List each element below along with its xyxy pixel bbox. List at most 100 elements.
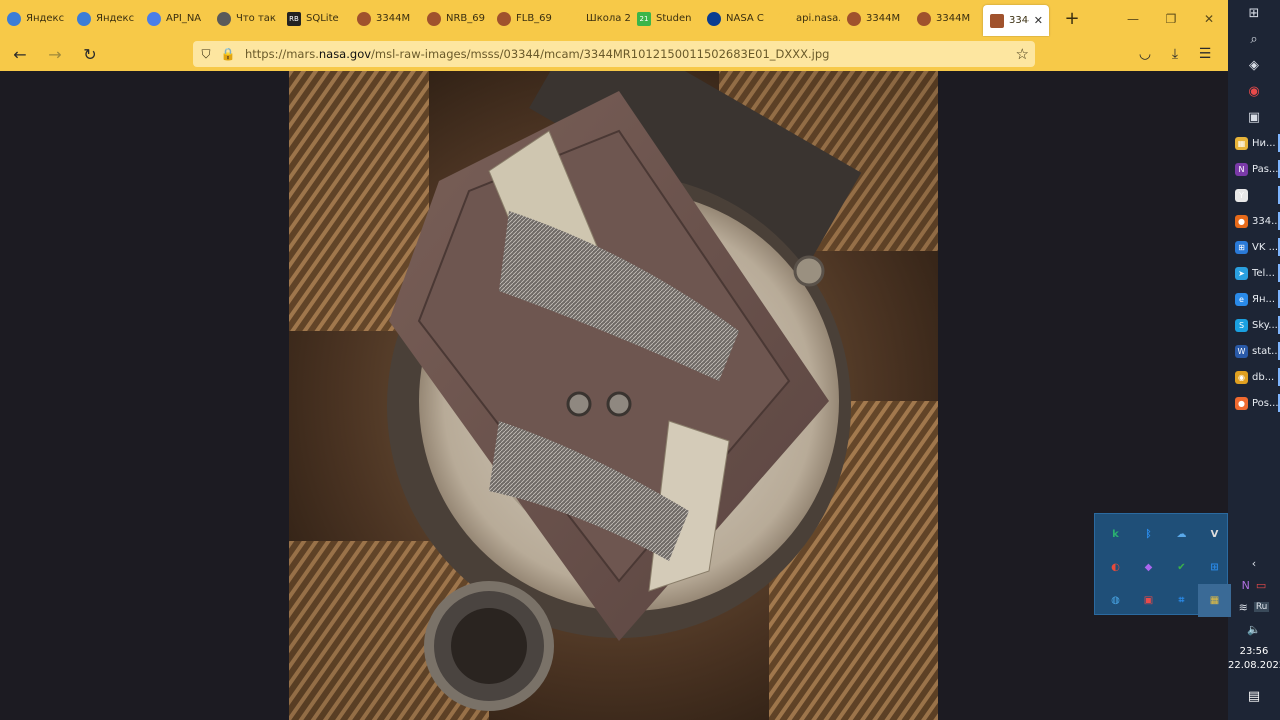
tab-1[interactable]: Яндекс <box>70 0 140 37</box>
tab-11[interactable]: api.nasa.go <box>770 0 840 37</box>
taskbar-app-0[interactable]: ▦ Ни... <box>1228 130 1280 156</box>
language-indicator[interactable]: Ru <box>1253 602 1270 612</box>
menu-icon[interactable]: ☰ <box>1190 39 1220 69</box>
tab-favicon <box>847 11 861 26</box>
close-window-button[interactable]: ✕ <box>1190 0 1228 37</box>
tab-label: 3344M <box>936 13 971 24</box>
url-text[interactable]: https://mars.nasa.gov/msl-raw-images/mss… <box>245 47 829 61</box>
start-windows-icon[interactable]: ⊞ <box>1228 0 1280 26</box>
search-icon[interactable]: ⌕ <box>1228 26 1280 52</box>
tray-glyph-icon: ⌗ <box>1178 595 1185 606</box>
tab-label: FLB_69 <box>516 13 552 24</box>
tray-icon-5[interactable]: ◆ <box>1132 551 1165 584</box>
tab-3[interactable]: Что так <box>210 0 280 37</box>
tray-icon-8[interactable]: ◍ <box>1099 584 1132 617</box>
app-label: Sky... <box>1252 319 1278 331</box>
tray-icon-11[interactable]: ▦ <box>1198 584 1231 617</box>
taskbar-app-1[interactable]: N Pas... <box>1228 156 1280 182</box>
app-icon: ● <box>1235 214 1248 228</box>
tray-glyph-icon: ☁ <box>1176 529 1187 540</box>
tab-12[interactable]: 3344M <box>840 0 910 37</box>
mars-rover-image[interactable] <box>289 71 938 720</box>
page-viewport <box>0 71 1228 720</box>
chevron-left-icon[interactable]: ‹ <box>1252 557 1256 570</box>
network-error-icon[interactable]: ▭ <box>1256 579 1266 592</box>
tab-label: 3344 <box>1009 15 1029 26</box>
tab-0[interactable]: Яндекс <box>0 0 70 37</box>
tray-glyph-icon: ᛒ <box>1145 529 1152 540</box>
pocket-icon[interactable]: ◡ <box>1130 39 1160 69</box>
tray-icon-10[interactable]: ⌗ <box>1165 584 1198 617</box>
tab-7[interactable]: FLB_69 <box>490 0 560 37</box>
taskbar-app-10[interactable]: ● Pos... <box>1228 390 1280 416</box>
clock-date: 22.08.2022 <box>1228 660 1280 671</box>
tray-icon-0[interactable]: k <box>1099 518 1132 551</box>
rover-tool-photo <box>289 71 938 720</box>
app-icon: ● <box>1235 396 1248 410</box>
camera-icon[interactable]: ▣ <box>1228 104 1280 130</box>
tray-glyph-icon: ◆ <box>1144 562 1153 573</box>
tab-9[interactable]: 21 Studen <box>630 0 700 37</box>
app-label: Ян... <box>1252 293 1276 305</box>
volume-icon[interactable]: 🔈 <box>1247 623 1261 636</box>
tray-glyph-icon: k <box>1112 529 1119 540</box>
system-clock[interactable]: 23:56 22.08.2022 <box>1228 645 1280 673</box>
minimize-button[interactable]: — <box>1114 0 1152 37</box>
browser-window: Яндекс Яндекс API_NA Что так RB SQLite 3344M NR… <box>0 0 1228 720</box>
tab-13[interactable]: 3344M <box>910 0 980 37</box>
tray-icon-9[interactable]: ▣ <box>1132 584 1165 617</box>
taskbar-app-5[interactable]: ➤ Tel... <box>1228 260 1280 286</box>
tray-icon-6[interactable]: ✔ <box>1165 551 1198 584</box>
tab-4[interactable]: RB SQLite <box>280 0 350 37</box>
tray-icon-1[interactable]: ᛒ <box>1132 518 1165 551</box>
back-button[interactable]: ← <box>5 39 35 69</box>
app-icon: ➤ <box>1235 266 1248 280</box>
lock-icon[interactable]: 🔒 <box>217 47 239 61</box>
app-icon: Y <box>1235 188 1248 202</box>
tray-icon-7[interactable]: ⊞ <box>1198 551 1231 584</box>
onenote-tray-icon[interactable]: N <box>1242 579 1250 592</box>
tab-5[interactable]: 3344M <box>350 0 420 37</box>
tab-label: 3344M <box>866 13 901 24</box>
app-icon: ⊞ <box>1235 240 1248 254</box>
tab-6[interactable]: NRB_69 <box>420 0 490 37</box>
app-label: Tel... <box>1252 267 1275 279</box>
tab-favicon <box>427 11 441 26</box>
taskbar-app-7[interactable]: S Sky... <box>1228 312 1280 338</box>
app-icon: ◉ <box>1235 370 1248 384</box>
tray-icon-3[interactable]: V <box>1198 518 1231 551</box>
app-label: 334... <box>1252 215 1280 227</box>
wifi-icon[interactable]: ≋ <box>1239 601 1248 614</box>
downloads-icon[interactable]: ⤓ <box>1160 39 1190 69</box>
tab-label: NRB_69 <box>446 13 486 24</box>
taskbar-app-8[interactable]: Wstat... <box>1228 338 1280 364</box>
taskbar-app-2[interactable]: Y <box>1228 182 1280 208</box>
taskbar-app-3[interactable]: ● 334... <box>1228 208 1280 234</box>
record-icon[interactable]: ◉ <box>1228 78 1280 104</box>
tray-icon-4[interactable]: ◐ <box>1099 551 1132 584</box>
tab-8[interactable]: Школа 21 <box>560 0 630 37</box>
new-tab-button[interactable]: + <box>1057 8 1087 29</box>
tray-icon-2[interactable]: ☁ <box>1165 518 1198 551</box>
taskbar-app-4[interactable]: ⊞ VK ... <box>1228 234 1280 260</box>
tab-favicon <box>777 11 791 26</box>
tab-active[interactable]: 3344 ✕ <box>983 5 1049 36</box>
close-tab-icon[interactable]: ✕ <box>1034 14 1043 27</box>
address-bar[interactable]: ⛉ 🔒 https://mars.nasa.gov/msl-raw-images… <box>193 41 1035 67</box>
tab-favicon <box>217 11 231 26</box>
tab-label: 3344M <box>376 13 411 24</box>
notification-center-icon[interactable]: ▤ <box>1228 684 1280 708</box>
navigation-toolbar: ← → ↻ ⛉ 🔒 https://mars.nasa.gov/msl-raw-… <box>0 37 1228 71</box>
app-icon: W <box>1235 344 1248 358</box>
restore-button[interactable]: ❐ <box>1152 0 1190 37</box>
tab-10[interactable]: NASA C <box>700 0 770 37</box>
clock-time: 23:56 <box>1239 646 1269 657</box>
tracking-shield-icon[interactable]: ⛉ <box>195 47 217 62</box>
taskbar-app-6[interactable]: e Ян... <box>1228 286 1280 312</box>
taskbar-app-9[interactable]: ◉ db... <box>1228 364 1280 390</box>
bookmark-star-icon[interactable]: ☆ <box>1016 45 1029 63</box>
taskview-icon[interactable]: ◈ <box>1228 52 1280 78</box>
forward-button[interactable]: → <box>40 39 70 69</box>
reload-button[interactable]: ↻ <box>75 39 105 69</box>
tab-2[interactable]: API_NA <box>140 0 210 37</box>
